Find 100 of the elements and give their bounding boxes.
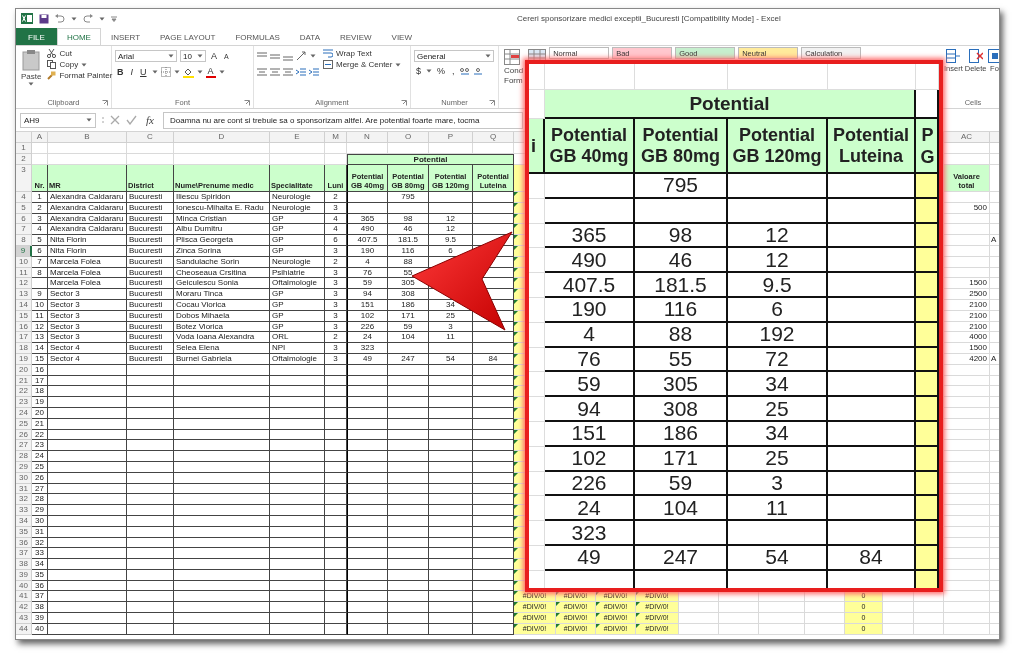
ribbon-tab[interactable]: HOME <box>56 28 101 45</box>
row-header[interactable]: 38 <box>16 559 32 570</box>
caret-icon[interactable] <box>395 62 402 67</box>
undo-icon[interactable] <box>55 14 65 23</box>
caret-icon[interactable] <box>99 16 105 21</box>
align-lines-icon[interactable] <box>283 67 293 77</box>
bold-button[interactable]: B <box>115 67 126 77</box>
merge-center-button[interactable]: Merge & Center <box>322 60 403 69</box>
format-painter-button[interactable]: Format Painter <box>46 71 114 80</box>
grow-font-button[interactable]: A <box>209 51 219 61</box>
increase-decimal-icon[interactable] <box>459 66 470 76</box>
comma-button[interactable]: , <box>450 66 457 76</box>
caret-icon[interactable] <box>196 70 203 74</box>
row-header[interactable]: 11 <box>16 267 32 279</box>
cut-button[interactable]: Cut <box>46 49 114 58</box>
ribbon-tab[interactable]: DATA <box>289 28 330 45</box>
copy-button[interactable]: Copy <box>46 60 114 69</box>
row-header[interactable]: 27 <box>16 440 32 452</box>
borders-icon[interactable] <box>160 67 171 77</box>
row-header[interactable]: 1 <box>16 143 32 154</box>
file-tab[interactable]: FILE <box>16 28 57 45</box>
column-letter[interactable]: O <box>388 132 429 143</box>
row-header[interactable]: 9 <box>16 246 32 257</box>
row-header[interactable]: 35 <box>16 526 32 538</box>
column-letter[interactable]: P <box>429 132 473 143</box>
row-header[interactable]: 3 <box>16 165 32 192</box>
row-header[interactable]: 14 <box>16 299 32 311</box>
row-header[interactable]: 24 <box>16 407 32 419</box>
row-header[interactable]: 25 <box>16 418 32 430</box>
row-header[interactable]: 34 <box>16 515 32 527</box>
row-header[interactable]: 37 <box>16 548 32 560</box>
column-letter[interactable]: Q <box>473 132 514 143</box>
row-header[interactable]: 6 <box>16 213 32 225</box>
indent-icon[interactable] <box>296 67 306 77</box>
row-header[interactable]: 7 <box>16 224 32 236</box>
row-header[interactable]: 13 <box>16 289 32 300</box>
redo-icon[interactable] <box>83 14 93 23</box>
caret-icon[interactable] <box>173 70 180 74</box>
name-box[interactable]: AH9 <box>20 112 96 128</box>
caret-icon[interactable] <box>86 118 92 122</box>
row-header[interactable]: 2 <box>16 154 32 165</box>
ribbon-tab[interactable]: VIEW <box>381 28 422 45</box>
row-header[interactable]: 22 <box>16 386 32 398</box>
wrap-text-button[interactable]: Wrap Text <box>322 49 403 58</box>
caret-icon[interactable] <box>71 16 77 21</box>
row-header[interactable]: 41 <box>16 591 32 603</box>
italic-button[interactable]: I <box>128 67 135 77</box>
font-name-field[interactable]: Arial <box>115 50 177 62</box>
column-letter[interactable]: E <box>270 132 325 143</box>
caret-icon[interactable] <box>28 82 35 86</box>
row-header[interactable]: 5 <box>16 202 32 214</box>
caret-icon[interactable] <box>168 54 174 58</box>
formula-field[interactable]: Doamna nu are cont si trebuie sa o sponsorizam altfel. Are potential foarte mare, tocma <box>162 111 523 129</box>
save-icon[interactable] <box>39 13 49 24</box>
spreadsheet-app-icon[interactable] <box>21 13 33 24</box>
row-header[interactable]: 28 <box>16 451 32 462</box>
column-letter[interactable]: B <box>48 132 127 143</box>
column-letter[interactable]: A <box>32 132 48 143</box>
row-header[interactable]: 18 <box>16 343 32 354</box>
row-header[interactable]: 12 <box>16 278 32 290</box>
row-header[interactable]: 23 <box>16 397 32 408</box>
column-letter[interactable]: D <box>174 132 270 143</box>
ribbon-tab[interactable]: REVIEW <box>330 28 382 45</box>
launcher-icon[interactable] <box>102 100 108 106</box>
caret-icon[interactable] <box>197 54 203 58</box>
font-color-button[interactable]: A <box>205 66 216 78</box>
caret-icon[interactable] <box>81 62 88 67</box>
caret-icon[interactable] <box>218 70 225 74</box>
align-lines-icon[interactable] <box>270 51 280 61</box>
decrease-decimal-icon[interactable] <box>472 66 483 76</box>
caret-icon[interactable] <box>151 70 158 74</box>
currency-button[interactable]: $ <box>414 66 423 76</box>
row-header[interactable]: 33 <box>16 505 32 516</box>
row-header[interactable]: 30 <box>16 472 32 484</box>
row-header[interactable]: 39 <box>16 569 32 581</box>
row-header[interactable]: 44 <box>16 623 32 635</box>
row-header[interactable]: 42 <box>16 602 32 614</box>
row-header[interactable]: 32 <box>16 494 32 506</box>
row-header[interactable]: 43 <box>16 613 32 624</box>
caret-icon[interactable] <box>426 69 432 73</box>
align-lines-icon[interactable] <box>257 67 267 77</box>
row-header[interactable]: 19 <box>16 353 32 365</box>
font-size-field[interactable]: 10 <box>180 50 206 62</box>
row-header[interactable]: 15 <box>16 310 32 322</box>
conditional-formatting-button[interactable]: Cond Form <box>502 49 526 108</box>
row-header[interactable]: 8 <box>16 235 32 246</box>
column-letter[interactable]: M <box>325 132 347 143</box>
row-header[interactable]: 20 <box>16 364 32 376</box>
row-header[interactable]: 4 <box>16 192 32 203</box>
percent-button[interactable]: % <box>435 66 448 76</box>
ribbon-tab[interactable]: PAGE LAYOUT <box>150 28 226 45</box>
ribbon-tab[interactable]: INSERT <box>100 28 151 45</box>
row-header[interactable]: 29 <box>16 461 32 473</box>
close-icon[interactable] <box>110 115 120 125</box>
column-letter[interactable]: C <box>127 132 174 143</box>
launcher-icon[interactable] <box>489 100 495 106</box>
column-letter[interactable]: N <box>347 132 388 143</box>
checkmark-icon[interactable] <box>126 115 137 125</box>
caret-icon[interactable] <box>310 54 316 58</box>
indent-icon[interactable] <box>309 67 319 77</box>
